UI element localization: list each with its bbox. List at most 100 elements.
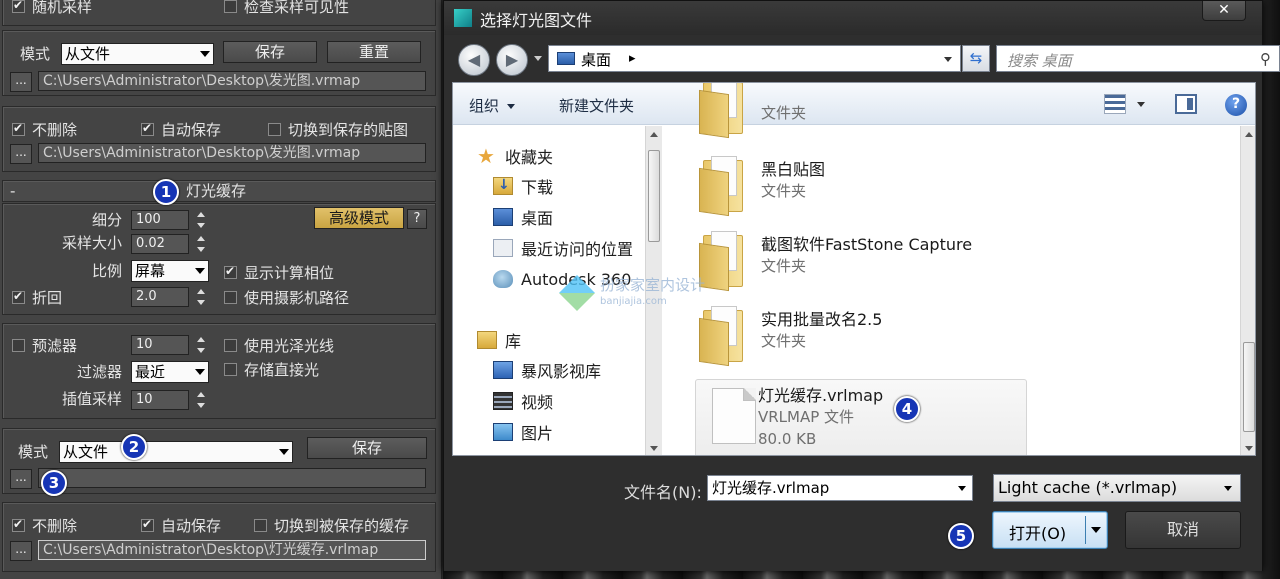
nav-downloads[interactable]: 下载 [493, 174, 553, 198]
file-row[interactable]: 黑白贴图 文件夹 [681, 148, 1237, 222]
irradiance-save-button[interactable]: 保存 [223, 41, 317, 63]
subdivs-value[interactable]: 100 [131, 210, 189, 230]
store-direct-light-checkbox[interactable] [224, 362, 237, 376]
retrace-spinner[interactable]: 2.0 [131, 287, 211, 307]
prefilter-value[interactable]: 10 [131, 335, 189, 355]
spinner-arrows-icon[interactable] [197, 210, 209, 230]
retrace-option[interactable]: 折回 [12, 286, 62, 308]
scroll-down-icon[interactable] [1245, 446, 1253, 451]
irradiance-autosave-path[interactable]: C:\Users\Administrator\Desktop\发光图.vrmap [38, 143, 426, 163]
irradiance-mode-dropdown[interactable]: 从文件 [61, 43, 214, 65]
prefilter-spinner[interactable]: 10 [131, 335, 211, 355]
check-visibility-option[interactable]: 检查采样可见性 [224, 0, 349, 17]
scrollbar-thumb[interactable] [1243, 342, 1255, 432]
filename-value[interactable]: 灯光缓存.vrlmap [712, 479, 829, 497]
lc-auto-save-option[interactable]: 自动保存 [141, 514, 221, 536]
irradiance-browse-button[interactable]: ... [10, 72, 32, 92]
search-placeholder[interactable]: 搜索 桌面 [1007, 50, 1072, 71]
random-sample-checkbox[interactable] [12, 0, 25, 13]
search-icon[interactable]: ⚲ [1260, 50, 1271, 68]
light-cache-mode-dropdown[interactable]: 从文件 [59, 441, 293, 463]
dialog-titlebar[interactable]: 选择灯光图文件 ✕ [444, 1, 1262, 35]
filename-input[interactable]: 灯光缓存.vrlmap [707, 475, 973, 501]
close-button[interactable]: ✕ [1202, 1, 1246, 21]
use-glossy-rays-option[interactable]: 使用光泽光线 [224, 334, 334, 356]
dont-delete-option[interactable]: 不删除 [12, 118, 77, 140]
filetype-dropdown[interactable]: Light cache (*.vrlmap) [993, 474, 1241, 502]
rollout-collapse-toggle[interactable]: - [10, 180, 15, 202]
lc-dont-delete-option[interactable]: 不删除 [12, 514, 77, 536]
irradiance-file-path[interactable]: C:\Users\Administrator\Desktop\发光图.vrmap [38, 71, 426, 91]
nav-baofeng-library[interactable]: 暴风影视库 [493, 358, 601, 382]
open-options-dropdown-icon[interactable] [1091, 527, 1101, 533]
lc-autosave-browse-button[interactable]: ... [10, 541, 32, 561]
switch-to-saved-map-checkbox[interactable] [268, 122, 281, 136]
spinner-arrows-icon[interactable] [197, 287, 209, 307]
show-calc-phase-checkbox[interactable] [224, 264, 237, 279]
back-arrow-icon[interactable]: ◀ [458, 44, 490, 76]
cancel-button[interactable]: 取消 [1125, 511, 1241, 549]
scroll-up-icon[interactable] [650, 132, 658, 137]
random-sample-option[interactable]: 随机采样 [12, 0, 92, 17]
file-row-selected[interactable]: 灯光缓存.vrlmap VRLMAP 文件 80.0 KB [695, 379, 1027, 455]
lc-auto-save-checkbox[interactable] [141, 517, 154, 532]
recent-pages-dropdown-icon[interactable] [534, 56, 542, 61]
dont-delete-checkbox[interactable] [12, 121, 25, 136]
advanced-mode-button[interactable]: 高级模式 [314, 207, 404, 229]
file-row[interactable]: 截图软件FastStone Capture 文件夹 [681, 223, 1237, 297]
chevron-down-icon[interactable] [958, 486, 966, 491]
irradiance-reset-button[interactable]: 重置 [327, 41, 421, 63]
interp-samples-value[interactable]: 10 [131, 390, 189, 410]
organize-menu[interactable]: 组织 [469, 95, 516, 116]
light-cache-file-path[interactable] [38, 468, 426, 488]
help-button[interactable]: ? [407, 209, 427, 229]
nav-libraries[interactable]: 库 [477, 328, 521, 352]
spinner-arrows-icon[interactable] [197, 335, 209, 355]
nav-desktop[interactable]: 桌面 [493, 205, 553, 229]
refresh-icon[interactable]: ⇆ [962, 45, 990, 72]
light-cache-save-button[interactable]: 保存 [307, 437, 427, 459]
nav-recent-places[interactable]: 最近访问的位置 [493, 236, 633, 260]
search-box[interactable]: 搜索 桌面 ⚲ [996, 45, 1280, 72]
breadcrumb-arrow-icon[interactable]: ▸ [629, 51, 636, 66]
nav-videos[interactable]: 视频 [493, 389, 553, 413]
filter-dropdown[interactable]: 最近 [131, 361, 209, 383]
spinner-arrows-icon[interactable] [197, 234, 209, 254]
lc-switch-to-saved-option[interactable]: 切换到被保存的缓存 [254, 514, 409, 536]
store-direct-light-option[interactable]: 存储直接光 [224, 358, 319, 380]
use-camera-path-option[interactable]: 使用摄影机路径 [224, 286, 349, 308]
file-row[interactable]: 实用批量改名2.5 文件夹 [681, 298, 1237, 372]
scroll-up-icon[interactable] [1245, 132, 1253, 137]
switch-to-saved-map-option[interactable]: 切换到保存的贴图 [268, 118, 408, 140]
address-history-dropdown-icon[interactable] [944, 57, 952, 62]
lc-dont-delete-checkbox[interactable] [12, 517, 25, 532]
lc-switch-to-saved-checkbox[interactable] [254, 518, 267, 532]
scroll-down-icon[interactable] [650, 446, 658, 451]
new-folder-button[interactable]: 新建文件夹 [559, 95, 634, 116]
subdivs-spinner[interactable]: 100 [131, 210, 211, 230]
sample-size-value[interactable]: 0.02 [131, 234, 189, 254]
prefilter-checkbox[interactable] [12, 338, 25, 352]
use-camera-path-checkbox[interactable] [224, 290, 237, 304]
file-list-scrollbar[interactable] [1240, 126, 1255, 455]
sample-size-spinner[interactable]: 0.02 [131, 234, 211, 254]
nav-pictures[interactable]: 图片 [493, 420, 553, 444]
prefilter-option[interactable]: 预滤器 [12, 334, 77, 356]
open-button[interactable]: 打开(O) [992, 511, 1108, 549]
address-location[interactable]: 桌面 [581, 49, 611, 70]
light-cache-browse-button[interactable]: ... [10, 469, 32, 489]
interp-samples-spinner[interactable]: 10 [131, 390, 211, 410]
show-calc-phase-option[interactable]: 显示计算相位 [224, 261, 334, 283]
scrollbar-thumb[interactable] [648, 150, 660, 242]
retrace-value[interactable]: 2.0 [131, 287, 189, 307]
address-bar[interactable]: 桌面 ▸ [548, 45, 961, 72]
retrace-checkbox[interactable] [12, 289, 25, 304]
auto-save-option[interactable]: 自动保存 [141, 118, 221, 140]
spinner-arrows-icon[interactable] [197, 390, 209, 410]
scale-dropdown[interactable]: 屏幕 [131, 260, 209, 282]
use-glossy-rays-checkbox[interactable] [224, 338, 237, 352]
file-row-partial[interactable]: 文件夹 [681, 83, 1237, 144]
lc-autosave-path[interactable]: C:\Users\Administrator\Desktop\灯光缓存.vrlm… [38, 540, 426, 560]
nav-favorites[interactable]: ★ 收藏夹 [477, 144, 553, 168]
check-visibility-checkbox[interactable] [224, 0, 237, 13]
